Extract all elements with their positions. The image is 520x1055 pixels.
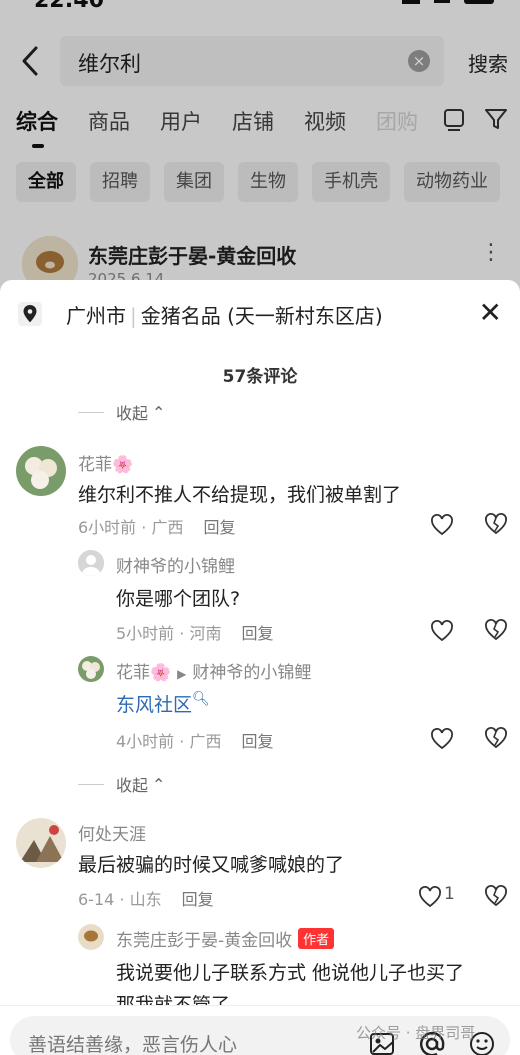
close-icon[interactable]: ✕ — [479, 298, 502, 328]
comment-sheet: 广州市 | 金猪名品 (天一新村东区店) ✕ 57条评论 收起 ⌃ 花菲🌸 维尔利不… — [0, 280, 520, 1055]
reply-text: 我说要他儿子联系方式 他说他儿子也买了 — [116, 962, 465, 984]
like-count: 1 — [444, 884, 455, 904]
heart-icon[interactable] — [430, 514, 454, 536]
community-link[interactable]: 东风社区 — [116, 694, 192, 716]
location-city: 广州市 — [66, 304, 126, 328]
reply-meta: 5小时前 · 河南 回复 — [116, 620, 273, 644]
comment-meta: 6-14 · 山东 回复 — [78, 886, 214, 910]
chevron-up-icon: ⌃ — [152, 774, 166, 794]
reply-button[interactable]: 回复 — [241, 732, 273, 751]
reply-author: 东莞庄彭于晏-黄金回收 作者 — [116, 926, 335, 951]
avatar[interactable] — [78, 656, 104, 682]
divider-line — [78, 411, 104, 413]
location-text: 广州市 | 金猪名品 (天一新村东区店) — [66, 300, 383, 329]
reply-author[interactable]: 财神爷的小锦鲤 — [116, 552, 235, 577]
broken-heart-icon[interactable] — [484, 884, 508, 908]
collapse-replies-button[interactable]: 收起 ⌃ — [78, 772, 165, 796]
location-divider: | — [130, 304, 137, 328]
landscape-avatar-icon — [16, 818, 66, 868]
reply-button[interactable]: 回复 — [203, 518, 235, 537]
avatar[interactable] — [78, 550, 104, 576]
reply-time: 4小时前 · 广西 — [116, 732, 222, 751]
reply-button[interactable]: 回复 — [241, 624, 273, 643]
divider-line — [78, 783, 104, 785]
collapse-label: 收起 — [116, 776, 149, 795]
comment-meta: 6小时前 · 广西 回复 — [78, 514, 235, 538]
heart-icon[interactable] — [430, 728, 454, 750]
broken-heart-icon[interactable] — [484, 618, 508, 642]
flower-avatar-icon — [78, 656, 104, 682]
collapse-replies-button[interactable]: 收起 ⌃ — [78, 400, 165, 424]
location-pin-icon — [18, 302, 42, 326]
reply-author-name[interactable]: 花菲🌸 — [116, 663, 171, 683]
comment-text: 最后被骗的时候又喊爹喊娘的了 — [78, 854, 345, 876]
dim-overlay[interactable] — [0, 0, 520, 300]
flower-avatar-icon — [16, 446, 66, 496]
heart-icon[interactable] — [418, 886, 442, 908]
author-badge: 作者 — [298, 928, 335, 949]
default-avatar-icon — [78, 550, 104, 576]
avatar[interactable] — [78, 924, 104, 950]
comment-author[interactable]: 何处天涯 — [78, 820, 146, 845]
comment-text: 维尔利不推人不给提现，我们被单割了 — [78, 484, 402, 506]
reply-button[interactable]: 回复 — [182, 890, 214, 909]
avatar[interactable] — [16, 818, 66, 868]
reply-author-name[interactable]: 东莞庄彭于晏-黄金回收 — [116, 931, 292, 951]
comment-time: 6小时前 · 广西 — [78, 518, 184, 537]
reply-text: 东风社区🔍︎ — [116, 690, 210, 717]
search-icon[interactable]: 🔍︎ — [192, 691, 210, 707]
broken-heart-icon[interactable] — [484, 726, 508, 750]
reply-author: 花菲🌸 ▶ 财神爷的小锦鲤 — [116, 658, 311, 683]
reply-to-name[interactable]: 财神爷的小锦鲤 — [192, 663, 311, 683]
collapse-label: 收起 — [116, 404, 149, 423]
pig-logo-icon — [78, 924, 104, 950]
reply-time: 5小时前 · 河南 — [116, 624, 222, 643]
comment-author[interactable]: 花菲🌸 — [78, 450, 133, 475]
comment-count: 57条评论 — [222, 367, 298, 387]
reply-meta: 4小时前 · 广西 回复 — [116, 728, 273, 752]
watermark: 公众号 · 盘界司哥 — [356, 1024, 476, 1042]
chevron-up-icon: ⌃ — [152, 402, 166, 422]
input-placeholder: 善语结善缘，恶言伤人心 — [28, 1034, 238, 1055]
triangle-right-icon: ▶ — [177, 667, 187, 681]
comment-time: 6-14 · 山东 — [78, 890, 162, 909]
avatar[interactable] — [16, 446, 66, 496]
location-row[interactable]: 广州市 | 金猪名品 (天一新村东区店) ✕ — [18, 298, 508, 330]
reply-text: 你是哪个团队? — [116, 588, 241, 610]
heart-icon[interactable] — [430, 620, 454, 642]
location-store: 金猪名品 (天一新村东区店) — [140, 304, 383, 328]
broken-heart-icon[interactable] — [484, 512, 508, 536]
